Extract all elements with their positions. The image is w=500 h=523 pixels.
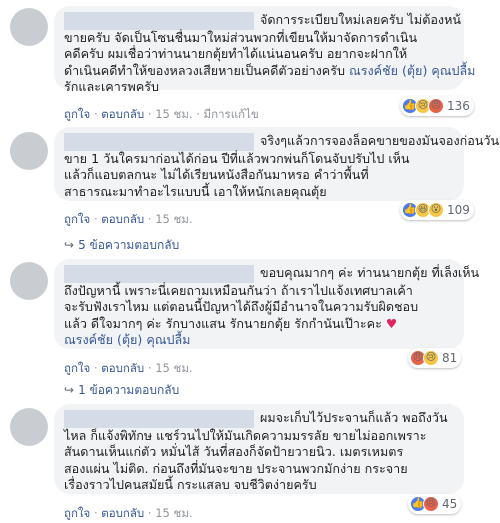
comment-text-line: เรื่องราวไปคนสมัยนี้ กระแสลบ จบชีวิตง่าย…: [64, 477, 317, 493]
comment-actions: ถูกใจ · ตอบกลับ · 15 ชม. · มีการแก้ไข: [64, 107, 259, 121]
reactions-summary[interactable]: 👍 😆 😮 109: [400, 200, 474, 220]
view-replies-link[interactable]: ↪ 5 ข้อความตอบกลับ: [64, 236, 179, 255]
comment-text-line: ผมจะเก็บไว้ประจานก็แล้ว พอถึงวัน: [260, 410, 448, 425]
comment-text-line: รักและเคารพครับ: [64, 79, 160, 95]
reply-link[interactable]: ตอบกลับ: [101, 361, 144, 375]
avatar[interactable]: [10, 408, 48, 446]
like-link[interactable]: ถูกใจ: [64, 361, 90, 375]
comment-text-line: ดำเนินคดีทำให้ของหลวงเสียหายเป็นคดีตัวอย…: [64, 62, 345, 78]
like-link[interactable]: ถูกใจ: [64, 107, 90, 121]
reaction-count: 45: [442, 497, 458, 511]
comment-actions: ถูกใจ · ตอบกลับ · 15 ชม.: [64, 361, 193, 375]
comment-bubble: ผมจะเก็บไว้ประจานก็แล้ว พอถึงวัน ไหล ก็แ…: [54, 404, 464, 494]
mention-link[interactable]: ณรงค์ชัย (ตุ้ย) คุณปลื้ม: [64, 332, 190, 347]
reply-link[interactable]: ตอบกลับ: [101, 212, 144, 226]
comment-text-line: คดีครับ ผมเชื่อว่าท่านนายกตุ้ยทำได้แน่นอ…: [64, 46, 408, 62]
like-link[interactable]: ถูกใจ: [64, 506, 90, 520]
reply-link[interactable]: ตอบกลับ: [101, 506, 144, 520]
comment-text-line: แล้วก็แอบตลกนะ ไม่ได้เรียนหนังสือกันมาหร…: [64, 167, 369, 183]
reply-link[interactable]: ตอบกลับ: [101, 107, 144, 121]
timestamp[interactable]: 15 ชม.: [155, 107, 192, 121]
reply-arrow-icon: ↪: [64, 238, 75, 252]
angry-icon: 😠: [423, 496, 439, 512]
avatar[interactable]: [10, 8, 48, 46]
redacted-author-name[interactable]: [64, 265, 254, 283]
comment-bubble: จริงๆแล้วการจองล็อคขายของมันจองก่อนวัน ข…: [54, 127, 499, 201]
comment-text-line: ขอบคุณมากๆ ค่ะ ท่านนายกตุ้ย ที่เล็งเห็น: [260, 265, 480, 280]
comment-text-line: จะรับฟังเราไหม แต่ตอนนี้ปัญหาได้ถึงผู้มี…: [64, 299, 419, 315]
comment-text-line: จัดการระเบียบใหม่เลยครับ ไม่ต้องหน้: [260, 12, 461, 27]
redacted-author-name[interactable]: [64, 133, 254, 151]
sad-icon: 😢: [423, 350, 439, 366]
timestamp[interactable]: 15 ชม.: [155, 361, 192, 375]
comment-text-line: ขาย 1 วันใครมาก่อนได้ก่อน ปีที่แล้วพวกพ่…: [64, 151, 410, 166]
comment-text-line: แล้ว ดีใจมากๆ ค่ะ รักบางแสน รักนายกตุ้ย …: [64, 315, 382, 331]
reaction-count: 136: [447, 99, 470, 113]
mention-link[interactable]: ณรงค์ชัย (ตุ้ย) คุณปลื้ม: [349, 63, 475, 78]
comment-text-line: ไหล ก็แจ้งพิทักษ แชร์วนไปให้มันเกิดความม…: [64, 428, 427, 443]
reactions-summary[interactable]: 👍 😢 😠 136: [400, 96, 474, 116]
angry-icon: 😠: [428, 98, 444, 114]
reactions-summary[interactable]: 😠 😢 81: [408, 348, 462, 368]
comment-text-line: ขายครับ จัดเป็นโซนชื่นมาใหม่ส่วนพวกที่เข…: [64, 30, 418, 45]
avatar[interactable]: [10, 132, 48, 170]
heart-icon: ♥: [385, 315, 398, 331]
comment-text-line: จริงๆแล้วการจองล็อคขายของมันจองก่อนวัน: [260, 133, 500, 148]
reactions-summary[interactable]: 👍 😠 45: [408, 494, 462, 514]
comment-bubble: ขอบคุณมากๆ ค่ะ ท่านนายกตุ้ย ที่เล็งเห็น …: [54, 259, 479, 349]
comment-text-line: สาธารณะมาทำอะไรแบบนี้ เอาให้หนักเลยคุณตุ…: [64, 183, 327, 199]
comment-actions: ถูกใจ · ตอบกลับ · 15 ชม.: [64, 506, 193, 520]
avatar[interactable]: [10, 262, 48, 300]
redacted-author-name[interactable]: [64, 410, 254, 428]
timestamp[interactable]: 15 ชม.: [155, 212, 192, 226]
comment-text-line: ถึงปัญหานี้ เพราะนี่เคยถามเหมือนกันว่า ถ…: [64, 283, 413, 298]
reaction-count: 109: [447, 203, 470, 217]
wow-icon: 😮: [428, 202, 444, 218]
comment-bubble: จัดการระเบียบใหม่เลยครับ ไม่ต้องหน้ ขายค…: [54, 6, 475, 94]
timestamp[interactable]: 15 ชม.: [155, 506, 192, 520]
redacted-author-name[interactable]: [64, 12, 254, 30]
comment-text-line: สองแผ่น ไม่ติด. ก่อนถึงที่มันจะขาย ประจา…: [64, 460, 408, 476]
comment-text-line: สันดานเห็นแก่ตัว หมั่นไส้ วันที่สองก็จัด…: [64, 444, 404, 460]
edited-label[interactable]: มีการแก้ไข: [204, 107, 259, 121]
reaction-count: 81: [442, 351, 458, 365]
view-replies-link[interactable]: ↪ 1 ข้อความตอบกลับ: [64, 381, 179, 400]
like-link[interactable]: ถูกใจ: [64, 212, 90, 226]
comment-actions: ถูกใจ · ตอบกลับ · 15 ชม.: [64, 212, 193, 226]
reply-arrow-icon: ↪: [64, 383, 75, 397]
